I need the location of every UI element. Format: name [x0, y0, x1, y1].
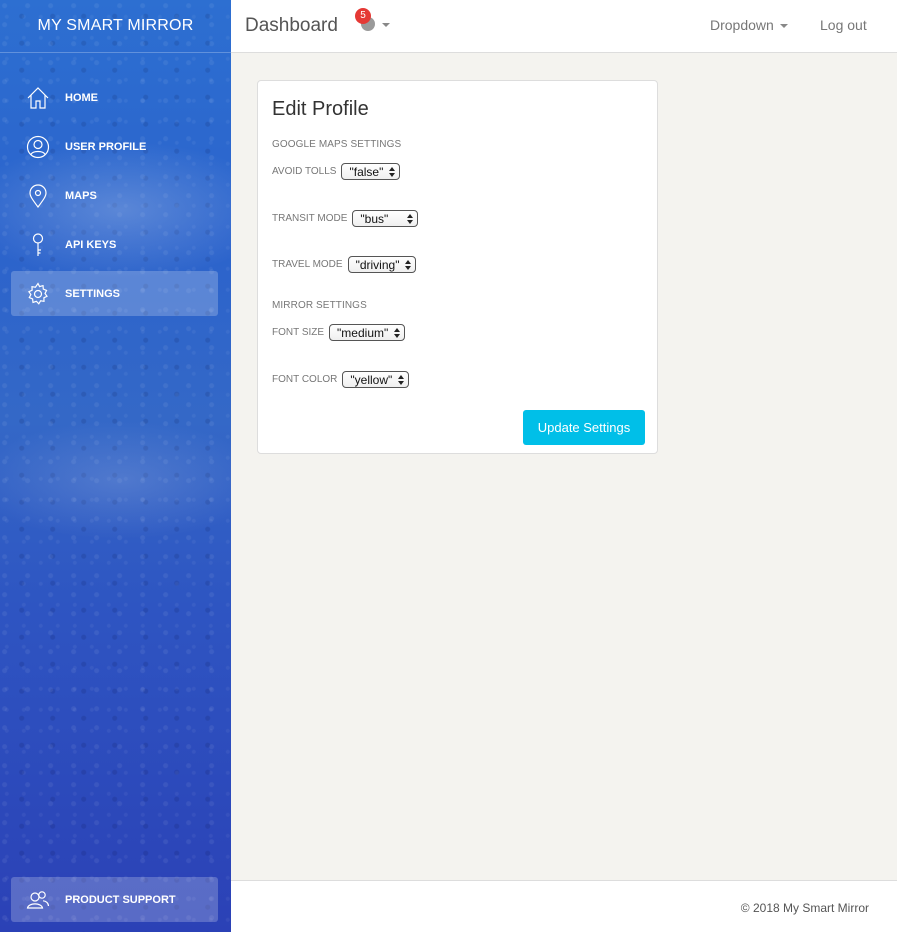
copyright-text: © 2018 My Smart Mirror — [740, 901, 869, 915]
avoid-tolls-value: "false" — [349, 164, 384, 179]
sidebar-item-label: API KEYS — [65, 238, 117, 251]
travel-mode-value: "driving" — [355, 257, 400, 272]
transit-mode-select[interactable]: "bus" — [352, 210, 419, 227]
caret-down-icon — [382, 23, 390, 27]
font-size-field: FONT SIZE "medium" — [272, 324, 406, 341]
user-icon — [26, 135, 50, 159]
avoid-tolls-field: AVOID TOLLS "false" — [272, 163, 401, 180]
notifications-dropdown[interactable]: 5 — [355, 8, 395, 37]
logout-link[interactable]: Log out — [820, 17, 867, 33]
travel-mode-label: TRAVEL MODE — [272, 259, 343, 270]
users-icon — [26, 888, 50, 912]
card-title: Edit Profile — [272, 98, 369, 120]
sidebar-item-label: MAPS — [65, 189, 97, 202]
product-support-label: PRODUCT SUPPORT — [65, 893, 176, 906]
product-support-button[interactable]: PRODUCT SUPPORT — [11, 877, 218, 922]
update-settings-button[interactable]: Update Settings — [523, 410, 645, 445]
font-color-label: FONT COLOR — [272, 374, 338, 385]
sidebar-item-maps[interactable]: MAPS — [11, 173, 218, 218]
font-color-select[interactable]: "yellow" — [342, 371, 410, 388]
sidebar: MY SMART MIRROR HOME USER PROFILE MAPS A… — [0, 0, 231, 932]
dropdown-label: Dropdown — [710, 17, 774, 33]
sidebar-item-user-profile[interactable]: USER PROFILE — [11, 124, 218, 169]
avoid-tolls-label: AVOID TOLLS — [272, 166, 337, 177]
edit-profile-card: Edit Profile GOOGLE MAPS SETTINGS AVOID … — [257, 80, 658, 454]
gear-icon — [26, 281, 50, 306]
sidebar-item-label: USER PROFILE — [65, 140, 147, 153]
avoid-tolls-select[interactable]: "false" — [341, 163, 401, 180]
sidebar-item-home[interactable]: HOME — [11, 75, 218, 120]
font-color-field: FONT COLOR "yellow" — [272, 371, 410, 388]
brand-title[interactable]: MY SMART MIRROR — [0, 0, 231, 53]
sidebar-nav: HOME USER PROFILE MAPS API KEYS SETTINGS — [0, 75, 231, 320]
sidebar-background-haze — [0, 420, 231, 540]
font-size-label: FONT SIZE — [272, 327, 325, 338]
sidebar-item-label: SETTINGS — [65, 287, 121, 300]
mirror-section-label: MIRROR SETTINGS — [272, 300, 367, 311]
dropdown-menu-toggle[interactable]: Dropdown — [710, 17, 788, 33]
transit-mode-label: TRANSIT MODE — [272, 213, 348, 224]
font-size-select[interactable]: "medium" — [329, 324, 406, 341]
select-arrows-icon — [389, 166, 396, 178]
top-navbar: Dashboard 5 Dropdown Log out — [231, 0, 897, 53]
key-icon — [26, 232, 50, 257]
footer: © 2018 My Smart Mirror — [231, 880, 897, 932]
select-arrows-icon — [407, 213, 414, 225]
font-size-value: "medium" — [337, 325, 389, 340]
sidebar-item-settings[interactable]: SETTINGS — [11, 271, 218, 316]
home-icon — [26, 86, 50, 110]
travel-mode-field: TRAVEL MODE "driving" — [272, 256, 417, 273]
transit-mode-field: TRANSIT MODE "bus" — [272, 210, 419, 227]
travel-mode-select[interactable]: "driving" — [347, 256, 417, 273]
select-arrows-icon — [398, 374, 405, 386]
map-pin-icon — [26, 183, 50, 208]
sidebar-item-api-keys[interactable]: API KEYS — [11, 222, 218, 267]
caret-down-icon — [779, 24, 788, 29]
select-arrows-icon — [394, 327, 401, 339]
sidebar-item-label: HOME — [65, 91, 98, 104]
select-arrows-icon — [405, 259, 412, 271]
notification-badge: 5 — [355, 8, 371, 24]
transit-mode-value: "bus" — [360, 211, 389, 226]
google-maps-section-label: GOOGLE MAPS SETTINGS — [272, 139, 402, 150]
page-title: Dashboard — [245, 15, 338, 36]
font-color-value: "yellow" — [350, 372, 393, 387]
